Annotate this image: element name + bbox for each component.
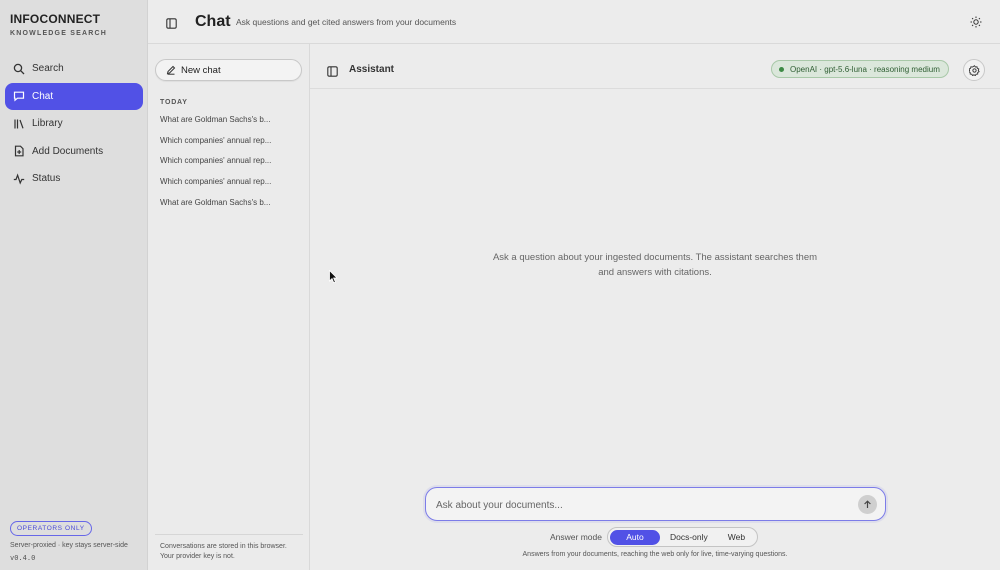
nav-item-label: Add Documents: [32, 145, 104, 157]
new-chat-label: New chat: [181, 64, 221, 76]
settings-button[interactable]: [963, 59, 985, 81]
history-item[interactable]: Which companies' annual rep...: [160, 176, 300, 197]
model-status-text: OpenAI · gpt-5.6-luna · reasoning medium: [790, 64, 940, 74]
panel-toggle-icon[interactable]: [327, 64, 338, 77]
nav-item-label: Chat: [32, 90, 54, 102]
chat-bubble-icon: [13, 90, 25, 102]
nav-item-label: Status: [32, 173, 61, 185]
assistant-header: Assistant OpenAI · gpt-5.6-luna · reason…: [310, 44, 1000, 89]
model-status-badge[interactable]: OpenAI · gpt-5.6-luna · reasoning medium: [771, 60, 949, 78]
nav-item-label: Library: [32, 118, 63, 130]
pencil-icon: [166, 65, 176, 75]
nav-item-library[interactable]: Library: [5, 110, 143, 138]
app-sidebar: INFOCONNECT KNOWLEDGE SEARCH Search Chat…: [0, 0, 148, 570]
answer-mode-docs-only[interactable]: Docs-only: [660, 530, 718, 545]
new-chat-button[interactable]: New chat: [155, 59, 302, 81]
library-icon: [13, 118, 25, 130]
assistant-label: Assistant: [349, 64, 395, 75]
nav-list: Search Chat Library Add Documents Status: [5, 55, 143, 193]
chat-main: Assistant OpenAI · gpt-5.6-luna · reason…: [310, 44, 1000, 570]
history-item[interactable]: What are Goldman Sachs's b...: [160, 114, 300, 135]
nav-item-chat[interactable]: Chat: [5, 82, 143, 110]
empty-state-message: Ask a question about your ingested docum…: [492, 252, 818, 278]
sidebar-toggle-icon[interactable]: [166, 16, 177, 29]
answer-mode-auto[interactable]: Auto: [609, 529, 660, 545]
chat-history-panel: New chat TODAY What are Goldman Sachs's …: [148, 44, 310, 570]
search-icon: [13, 63, 25, 75]
send-button[interactable]: [858, 495, 877, 514]
history-section-today: TODAY: [160, 99, 188, 106]
mouse-cursor-icon: [329, 270, 338, 284]
nav-item-label: Search: [32, 63, 64, 75]
answer-mode-row: Answer mode Auto Docs-only Web: [550, 526, 759, 548]
operators-only-badge: OPERATORS ONLY: [10, 521, 92, 536]
answer-mode-hint: Answers from your documents, reaching th…: [522, 551, 788, 558]
server-proxied-note: Server-proxied · key stays server-side: [10, 542, 128, 549]
history-item[interactable]: What are Goldman Sachs's b...: [160, 197, 300, 218]
history-item[interactable]: Which companies' annual rep...: [160, 135, 300, 156]
version-label: v0.4.0: [10, 554, 36, 562]
chat-composer: [425, 487, 886, 521]
brand-subtitle: KNOWLEDGE SEARCH: [10, 30, 107, 37]
activity-icon: [13, 173, 25, 185]
answer-mode-toggle: Auto Docs-only Web: [606, 527, 759, 547]
nav-item-add-documents[interactable]: Add Documents: [5, 138, 143, 166]
page-subtitle: Ask questions and get cited answers from…: [236, 17, 457, 27]
top-header: Chat Ask questions and get cited answers…: [148, 0, 1000, 44]
chat-input[interactable]: [436, 497, 846, 513]
brand: INFOCONNECT KNOWLEDGE SEARCH: [10, 12, 107, 37]
status-dot-icon: [779, 66, 784, 72]
page-title: Chat: [195, 13, 231, 30]
brand-title: INFOCONNECT: [10, 12, 101, 26]
history-storage-note: Conversations are stored in this browser…: [155, 534, 303, 562]
gear-icon: [968, 64, 980, 76]
nav-item-search[interactable]: Search: [5, 55, 143, 83]
arrow-up-icon: [864, 500, 871, 508]
answer-mode-web[interactable]: Web: [718, 530, 755, 545]
history-item[interactable]: Which companies' annual rep...: [160, 155, 300, 176]
answer-mode-label: Answer mode: [550, 532, 602, 542]
add-document-icon: [13, 145, 25, 157]
nav-item-status[interactable]: Status: [5, 165, 143, 193]
theme-toggle-sun-icon[interactable]: [970, 15, 982, 28]
history-list: What are Goldman Sachs's b... Which comp…: [160, 114, 300, 217]
